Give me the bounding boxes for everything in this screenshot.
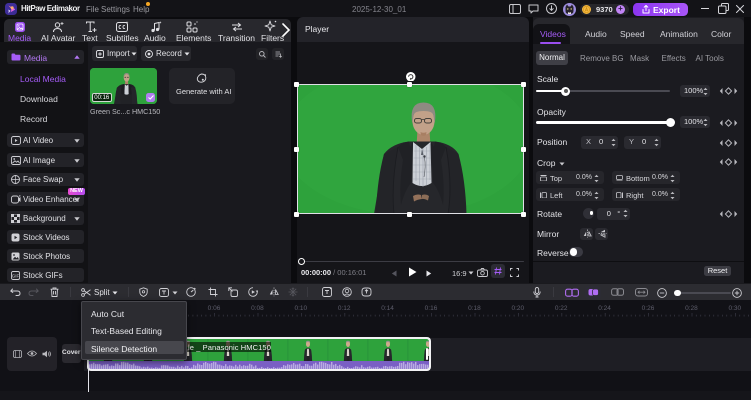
svg-text:GIF: GIF [12, 273, 20, 278]
